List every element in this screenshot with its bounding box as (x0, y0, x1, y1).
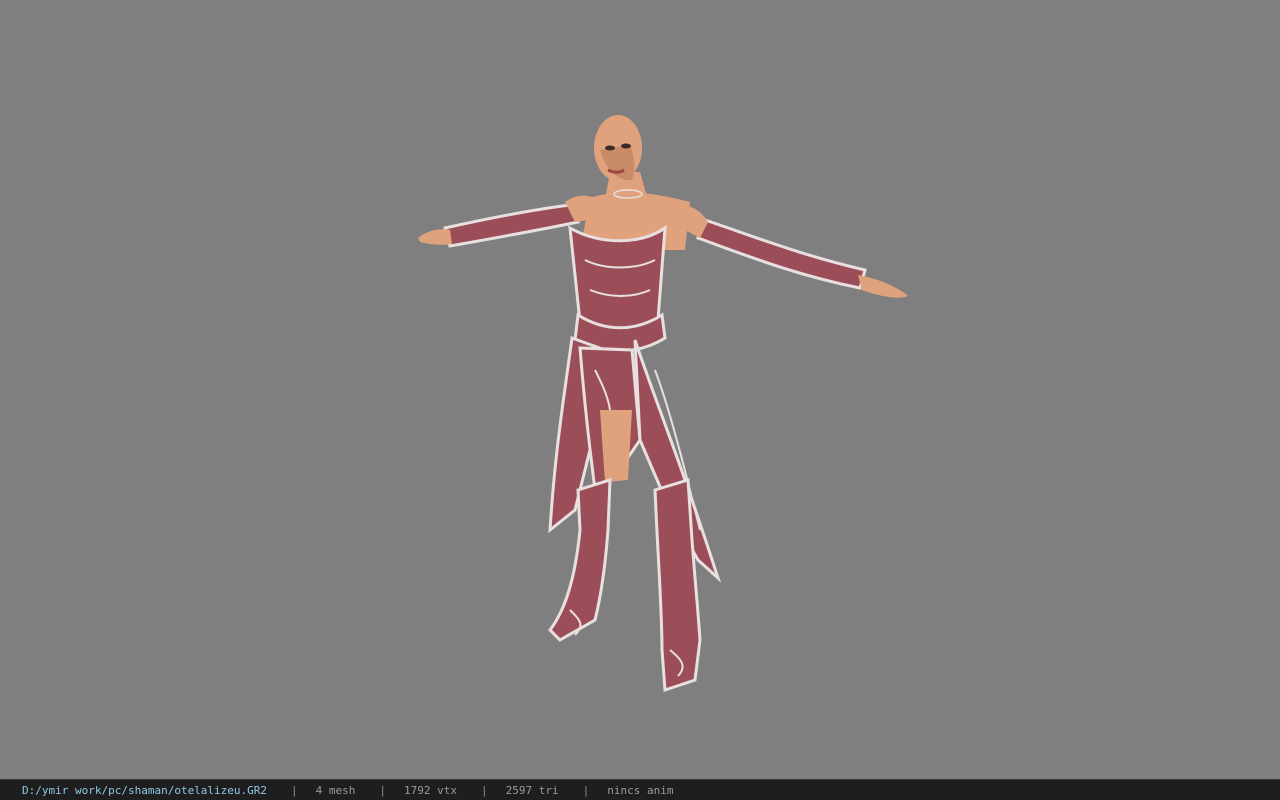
right-arm-sleeve (696, 218, 867, 290)
animation-status: nincs anim (607, 783, 674, 797)
file-path: D:/ymir work/pc/shaman/otelalizeu.GR2 (22, 783, 268, 797)
right-hand (858, 275, 908, 298)
status-bar: D:/ymir work/pc/shaman/otelalizeu.GR2 | … (0, 779, 1280, 800)
separator: | (481, 783, 488, 797)
separator: | (291, 783, 298, 797)
mesh-count: 4 mesh (315, 783, 356, 797)
left-hand (418, 229, 452, 245)
right-eye (621, 143, 631, 149)
character-model (418, 115, 908, 693)
separator: | (379, 783, 387, 797)
bodice (568, 225, 667, 333)
left-arm-sleeve (443, 203, 581, 248)
separator: | (582, 783, 590, 797)
vertex-count: 1792 vtx (404, 783, 458, 797)
triangle-count: 2597 tri (505, 783, 559, 797)
left-leg-skin (600, 410, 632, 482)
left-eye (605, 145, 615, 151)
3d-viewport[interactable] (0, 0, 1280, 779)
